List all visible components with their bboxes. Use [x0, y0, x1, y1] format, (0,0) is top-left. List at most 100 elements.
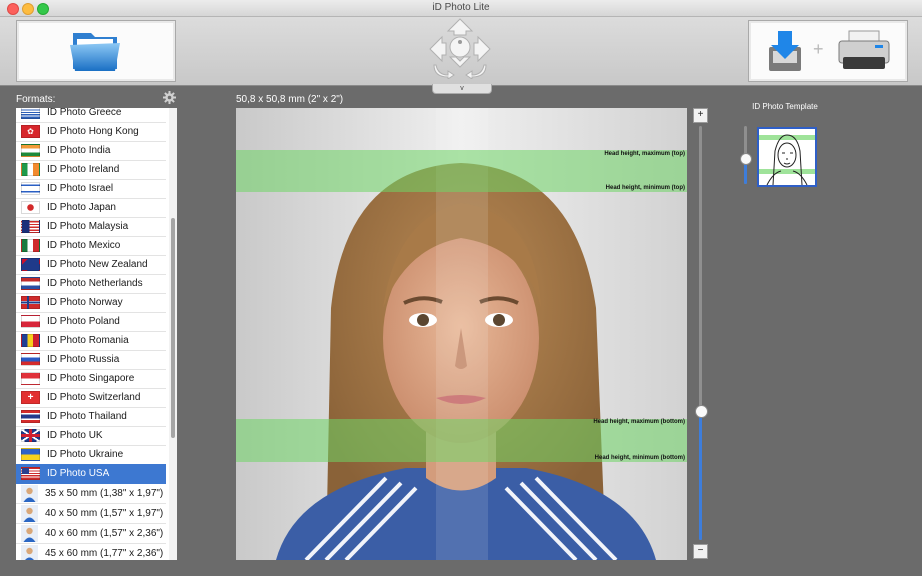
ukraine-flag-icon [21, 448, 40, 461]
list-item-romania[interactable]: ID Photo Romania [16, 331, 166, 351]
uk-flag-icon [21, 429, 40, 442]
photo-canvas[interactable]: Head height, maximum (top) Head height, … [236, 108, 687, 560]
hong-kong-flag-icon: ✿ [21, 125, 40, 138]
move-rotate-icon [429, 18, 491, 80]
poland-flag-icon [21, 315, 40, 328]
template-sketch-icon [759, 129, 815, 185]
list-item-label: ID Photo Malaysia [47, 221, 129, 232]
malaysia-flag-icon [21, 220, 40, 233]
list-item-size-45x60[interactable]: 45 x 60 mm (1,77" x 2,36") [16, 543, 166, 560]
list-item-russia[interactable]: ID Photo Russia [16, 350, 166, 370]
template-size-slider-knob[interactable] [740, 153, 752, 165]
list-item-singapore[interactable]: ID Photo Singapore [16, 369, 166, 389]
new-zealand-flag-icon [21, 258, 40, 271]
list-item-label: ID Photo Netherlands [47, 278, 143, 289]
template-thumbnail[interactable] [757, 127, 817, 187]
list-item-label: ID Photo Greece [47, 108, 122, 118]
person-icon [21, 544, 38, 560]
list-item-new-zealand[interactable]: ID Photo New Zealand [16, 255, 166, 275]
toolbar: v + [0, 17, 922, 94]
list-item-netherlands[interactable]: ID Photo Netherlands [16, 274, 166, 294]
list-item-label: ID Photo Singapore [47, 373, 135, 384]
gear-icon[interactable] [163, 91, 176, 104]
folder-icon [70, 33, 120, 71]
zoom-in-button[interactable]: + [693, 108, 708, 123]
list-item-malaysia[interactable]: ID Photo Malaysia [16, 217, 166, 237]
toggle-panel-button[interactable]: v [432, 84, 492, 94]
list-item-label: 40 x 50 mm (1,57" x 1,97") [45, 507, 164, 519]
list-item-mexico[interactable]: ID Photo Mexico [16, 236, 166, 256]
photo-navigation-control[interactable] [428, 17, 492, 80]
list-item-hong-kong[interactable]: ✿ ID Photo Hong Kong [16, 122, 166, 142]
japan-flag-icon [21, 201, 40, 214]
open-photo-button[interactable] [16, 20, 176, 82]
title-bar: iD Photo Lite [0, 0, 922, 17]
list-item-size-35x50[interactable]: 35 x 50 mm (1,38" x 1,97") [16, 483, 166, 504]
head-max-top-guide[interactable]: Head height, maximum (top) Head height, … [236, 150, 687, 192]
list-item-label: ID Photo Ukraine [47, 449, 124, 460]
list-item-label: ID Photo Ireland [47, 164, 120, 175]
list-item-poland[interactable]: ID Photo Poland [16, 312, 166, 332]
list-item-size-40x60[interactable]: 40 x 60 mm (1,57" x 2,36") [16, 523, 166, 544]
norway-flag-icon [21, 296, 40, 309]
person-icon [21, 484, 38, 502]
guide-label: Head height, maximum (bottom) [593, 419, 685, 425]
list-item-india[interactable]: ID Photo India [16, 141, 166, 161]
list-item-usa[interactable]: ID Photo USA [16, 464, 166, 484]
save-print-button[interactable]: + [748, 20, 908, 82]
person-icon [21, 504, 38, 522]
list-item-label: ID Photo Poland [47, 316, 120, 327]
zoom-out-button[interactable]: − [693, 544, 708, 559]
person-icon [21, 524, 38, 542]
thailand-flag-icon [21, 410, 40, 423]
list-item-uk[interactable]: ID Photo UK [16, 426, 166, 446]
list-item-thailand[interactable]: ID Photo Thailand [16, 407, 166, 427]
zoom-slider-fill [699, 410, 702, 540]
netherlands-flag-icon [21, 277, 40, 290]
guide-label: Head height, minimum (top) [605, 185, 685, 191]
greece-flag-icon [21, 108, 40, 119]
list-item-japan[interactable]: ID Photo Japan [16, 198, 166, 218]
list-item-label: ID Photo Mexico [47, 240, 121, 251]
list-item-label: ID Photo Thailand [47, 411, 127, 422]
russia-flag-icon [21, 353, 40, 366]
plus-separator-icon: + [813, 39, 824, 59]
list-item-greece[interactable]: ID Photo Greece [16, 108, 166, 123]
list-item-label: 40 x 60 mm (1,57" x 2,36") [45, 527, 164, 539]
formats-list[interactable]: ID Photo Greece ✿ ID Photo Hong Kong ID … [16, 108, 177, 560]
israel-flag-icon [21, 182, 40, 195]
window-title: iD Photo Lite [432, 2, 490, 13]
head-max-bottom-guide[interactable]: Head height, maximum (bottom) Head heigh… [236, 419, 687, 462]
list-item-israel[interactable]: ID Photo Israel [16, 179, 166, 199]
usa-flag-icon [21, 467, 40, 480]
list-item-label: ID Photo UK [47, 430, 103, 441]
list-item-label: 35 x 50 mm (1,38" x 1,97") [45, 487, 164, 499]
download-icon [769, 31, 801, 71]
app-window: iD Photo Lite v + Formats: ID Photo Gree… [0, 0, 922, 576]
list-item-label: ID Photo USA [47, 468, 110, 479]
list-item-ireland[interactable]: ID Photo Ireland [16, 160, 166, 180]
list-item-ukraine[interactable]: ID Photo Ukraine [16, 445, 166, 465]
list-item-label: ID Photo Israel [47, 183, 114, 194]
list-item-label: ID Photo India [47, 145, 111, 156]
list-item-size-40x50[interactable]: 40 x 50 mm (1,57" x 1,97") [16, 503, 166, 524]
printer-icon [838, 30, 890, 69]
switzerland-flag-icon: + [21, 391, 40, 404]
guide-label: Head height, minimum (bottom) [594, 455, 685, 461]
mexico-flag-icon [21, 239, 40, 252]
list-item-label: ID Photo Romania [47, 335, 129, 346]
india-flag-icon [21, 144, 40, 157]
zoom-slider-knob[interactable] [695, 405, 708, 418]
window-bottom-bar [0, 568, 922, 576]
list-item-label: ID Photo New Zealand [47, 259, 148, 270]
list-item-label: 45 x 60 mm (1,77" x 2,36") [45, 547, 164, 559]
list-item-norway[interactable]: ID Photo Norway [16, 293, 166, 313]
template-label: ID Photo Template [752, 102, 818, 111]
list-item-switzerland[interactable]: + ID Photo Switzerland [16, 388, 166, 408]
formats-scroll-thumb[interactable] [171, 218, 175, 438]
list-item-label: ID Photo Switzerland [47, 392, 141, 403]
photo-dimensions-label: 50,8 x 50,8 mm (2" x 2") [236, 94, 344, 105]
romania-flag-icon [21, 334, 40, 347]
list-item-label: ID Photo Japan [47, 202, 116, 213]
singapore-flag-icon [21, 372, 40, 385]
